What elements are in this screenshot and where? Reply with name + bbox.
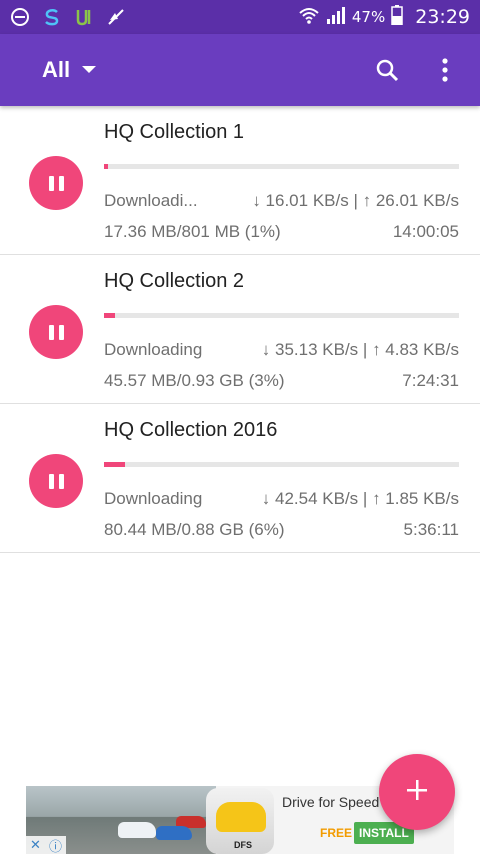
status-row: Downloadi... ↓ 16.01 KB/s | ↑ 26.01 KB/s — [104, 191, 459, 211]
download-size: 17.36 MB/801 MB (1%) — [104, 222, 281, 241]
pause-button[interactable] — [29, 156, 83, 210]
progress-fill — [104, 164, 108, 169]
speed-separator: | — [362, 489, 368, 508]
status-left-icons — [10, 7, 126, 27]
size-row: 45.57 MB/0.93 GB (3%) 7:24:31 — [104, 371, 459, 391]
ad-car-white — [118, 822, 156, 838]
wifi-icon — [298, 5, 320, 29]
download-status: Downloadi... — [104, 191, 198, 210]
progress-bar — [104, 462, 459, 467]
up-speed: ↑ 26.01 KB/s — [362, 191, 459, 210]
utorrent-icon — [74, 7, 94, 27]
download-title: HQ Collection 2016 — [104, 419, 278, 441]
speed-separator: | — [353, 191, 358, 210]
pause-icon — [48, 324, 64, 340]
download-item[interactable]: HQ Collection 2016 Downloading ↓ 42.54 K… — [0, 404, 480, 553]
more-vert-icon[interactable] — [430, 55, 460, 85]
download-status: Downloading — [104, 489, 203, 508]
download-item[interactable]: HQ Collection 1 Downloadi... ↓ 16.01 KB/… — [0, 106, 480, 255]
search-icon[interactable] — [372, 55, 402, 85]
battery-percent: 47% — [351, 8, 386, 26]
pause-icon — [48, 473, 64, 489]
app-bar-actions — [372, 55, 460, 85]
ad-yellow-car-icon — [216, 802, 266, 832]
ad-info-icon[interactable]: ⓘ — [49, 836, 62, 854]
up-speed: ↑ 1.85 KB/s — [372, 489, 459, 508]
progress-fill — [104, 313, 115, 318]
pause-button[interactable] — [29, 305, 83, 359]
ad-close-icon[interactable]: ✕ — [30, 837, 41, 853]
ad-title: Drive for Speed — [282, 794, 380, 810]
download-eta: 5:36:11 — [403, 520, 459, 539]
filter-label: All — [42, 57, 71, 82]
speeds: ↓ 42.54 KB/s | ↑ 1.85 KB/s — [262, 489, 459, 509]
download-size: 80.44 MB/0.88 GB (6%) — [104, 520, 285, 539]
s-app-icon — [42, 7, 62, 27]
download-list: HQ Collection 1 Downloadi... ↓ 16.01 KB/… — [0, 106, 480, 553]
down-speed: ↓ 42.54 KB/s — [261, 489, 359, 508]
down-speed: ↓ 16.01 KB/s — [252, 191, 349, 210]
up-speed: ↑ 4.83 KB/s — [372, 340, 459, 359]
size-row: 17.36 MB/801 MB (1%) 14:00:05 — [104, 222, 459, 242]
ad-icon-tag: DFS — [234, 840, 252, 850]
status-bar: 47% 23:29 — [0, 0, 480, 34]
pause-icon — [48, 175, 64, 191]
ad-free-label: FREE — [320, 826, 353, 840]
progress-bar — [104, 313, 459, 318]
clock: 23:29 — [415, 6, 470, 28]
filter-dropdown[interactable]: All — [42, 57, 97, 83]
plus-icon — [406, 779, 428, 806]
minus-circle-icon — [10, 7, 30, 27]
add-download-button[interactable] — [379, 754, 455, 830]
download-eta: 14:00:05 — [392, 222, 459, 241]
ad-app-icon: DFS — [206, 788, 274, 854]
down-speed: ↓ 35.13 KB/s — [261, 340, 359, 359]
progress-fill — [104, 462, 126, 467]
status-row: Downloading ↓ 35.13 KB/s | ↑ 4.83 KB/s — [104, 340, 459, 360]
app-bar: All — [0, 34, 480, 106]
speed-separator: | — [362, 340, 368, 359]
download-item[interactable]: HQ Collection 2 Downloading ↓ 35.13 KB/s… — [0, 255, 480, 404]
battery-icon — [391, 5, 403, 29]
speeds: ↓ 16.01 KB/s | ↑ 26.01 KB/s — [252, 191, 459, 211]
size-row: 80.44 MB/0.88 GB (6%) 5:36:11 — [104, 520, 459, 540]
download-status: Downloading — [104, 340, 203, 359]
pause-button[interactable] — [29, 454, 83, 508]
download-size: 45.57 MB/0.93 GB (3%) — [104, 371, 285, 390]
status-right: 47% 23:29 — [298, 5, 470, 29]
signal-icon — [326, 6, 346, 28]
dropdown-arrow-icon — [82, 61, 97, 79]
download-eta: 7:24:31 — [402, 371, 459, 390]
muted-icon — [106, 7, 126, 27]
progress-bar — [104, 164, 459, 169]
download-title: HQ Collection 1 — [104, 121, 245, 143]
status-row: Downloading ↓ 42.54 KB/s | ↑ 1.85 KB/s — [104, 489, 459, 509]
ad-car-blue — [156, 826, 192, 840]
speeds: ↓ 35.13 KB/s | ↑ 4.83 KB/s — [262, 340, 459, 360]
ad-close-controls: ✕ ⓘ — [26, 836, 66, 854]
download-title: HQ Collection 2 — [104, 270, 245, 292]
